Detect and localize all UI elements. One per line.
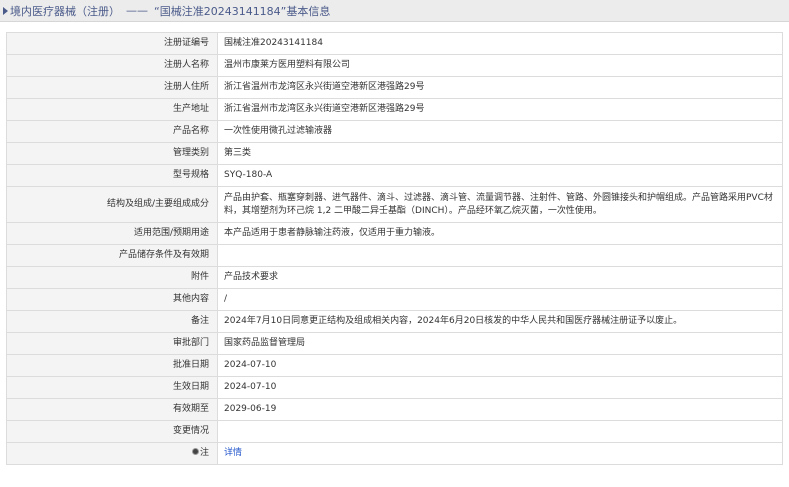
field-label: 注册人名称 — [6, 54, 218, 77]
table-row: 备注 2024年7月10日同意更正结构及组成相关内容，2024年6月20日核发的中… — [6, 310, 783, 333]
page-header: 境内医疗器械（注册） —— “国械注准20243141184”基本信息 — [0, 0, 789, 22]
arrow-right-icon — [3, 6, 8, 15]
table-row: 注册证编号 国械注准20243141184 — [6, 32, 783, 55]
field-value: 一次性使用微孔过滤输液器 — [217, 120, 783, 143]
table-row: 注册人住所 浙江省温州市龙湾区永兴街道空港新区港强路29号 — [6, 76, 783, 99]
table-row: 变更情况 — [6, 420, 783, 443]
table-row-note: 注 详情 — [6, 442, 783, 465]
field-label: 其他内容 — [6, 288, 218, 311]
table-row: 注册人名称 温州市康莱方医用塑料有限公司 — [6, 54, 783, 77]
field-value: 2024年7月10日同意更正结构及组成相关内容，2024年6月20日核发的中华人… — [217, 310, 783, 333]
table-row: 其他内容 / — [6, 288, 783, 311]
field-label: 型号规格 — [6, 164, 218, 187]
table-row: 审批部门 国家药品监督管理局 — [6, 332, 783, 355]
field-value: 浙江省温州市龙湾区永兴街道空港新区港强路29号 — [217, 98, 783, 121]
field-value — [217, 244, 783, 267]
field-label: 注册证编号 — [6, 32, 218, 55]
field-label: 批准日期 — [6, 354, 218, 377]
field-label: 结构及组成/主要组成成分 — [6, 186, 218, 223]
pin-icon — [192, 449, 198, 454]
field-value: 2024-07-10 — [217, 376, 783, 399]
table-row: 结构及组成/主要组成成分 产品由护套、瓶塞穿刺器、进气器件、滴斗、过滤器、滴斗管、… — [6, 186, 783, 223]
field-value: 2029-06-19 — [217, 398, 783, 421]
field-label: 有效期至 — [6, 398, 218, 421]
field-label: 适用范围/预期用途 — [6, 222, 218, 245]
field-value: 产品技术要求 — [217, 266, 783, 289]
info-table: 注册证编号 国械注准20243141184 注册人名称 温州市康莱方医用塑料有限公司注… — [6, 32, 783, 465]
table-row: 有效期至 2029-06-19 — [6, 398, 783, 421]
field-label: 管理类别 — [6, 142, 218, 165]
page-title: “国械注准20243141184”基本信息 — [154, 4, 331, 18]
field-value: 浙江省温州市龙湾区永兴街道空港新区港强路29号 — [217, 76, 783, 99]
field-value: 国械注准20243141184 — [217, 32, 783, 55]
details-link[interactable]: 详情 — [224, 448, 242, 458]
note-label-cell: 注 — [6, 442, 218, 465]
table-row: 生效日期 2024-07-10 — [6, 376, 783, 399]
field-value: 第三类 — [217, 142, 783, 165]
field-value: 产品由护套、瓶塞穿刺器、进气器件、滴斗、过滤器、滴斗管、流量调节器、注射件、管路… — [217, 186, 783, 223]
table-row: 管理类别 第三类 — [6, 142, 783, 165]
note-label: 注 — [199, 448, 209, 458]
field-value: 2024-07-10 — [217, 354, 783, 377]
note-value-cell: 详情 — [217, 442, 783, 465]
field-value: / — [217, 288, 783, 311]
field-label: 备注 — [6, 310, 218, 333]
field-value: SYQ-180-A — [217, 164, 783, 187]
field-label: 注册人住所 — [6, 76, 218, 99]
field-value — [217, 420, 783, 443]
field-label: 生产地址 — [6, 98, 218, 121]
header-dash: —— — [126, 4, 148, 17]
field-value: 本产品适用于患者静脉输注药液，仅适用于重力输液。 — [217, 222, 783, 245]
table-row: 产品名称 一次性使用微孔过滤输液器 — [6, 120, 783, 143]
field-label: 附件 — [6, 266, 218, 289]
field-label: 审批部门 — [6, 332, 218, 355]
info-table-container: 注册证编号 国械注准20243141184 注册人名称 温州市康莱方医用塑料有限公司注… — [6, 32, 783, 465]
field-label: 产品名称 — [6, 120, 218, 143]
table-row: 适用范围/预期用途 本产品适用于患者静脉输注药液，仅适用于重力输液。 — [6, 222, 783, 245]
table-row: 生产地址 浙江省温州市龙湾区永兴街道空港新区港强路29号 — [6, 98, 783, 121]
field-label: 生效日期 — [6, 376, 218, 399]
field-label: 产品储存条件及有效期 — [6, 244, 218, 267]
header-prefix: 境内医疗器械（注册） — [10, 4, 120, 18]
table-row: 产品储存条件及有效期 — [6, 244, 783, 267]
table-row: 附件 产品技术要求 — [6, 266, 783, 289]
field-value: 国家药品监督管理局 — [217, 332, 783, 355]
table-row: 型号规格 SYQ-180-A — [6, 164, 783, 187]
field-label: 变更情况 — [6, 420, 218, 443]
table-row: 批准日期 2024-07-10 — [6, 354, 783, 377]
field-value: 温州市康莱方医用塑料有限公司 — [217, 54, 783, 77]
